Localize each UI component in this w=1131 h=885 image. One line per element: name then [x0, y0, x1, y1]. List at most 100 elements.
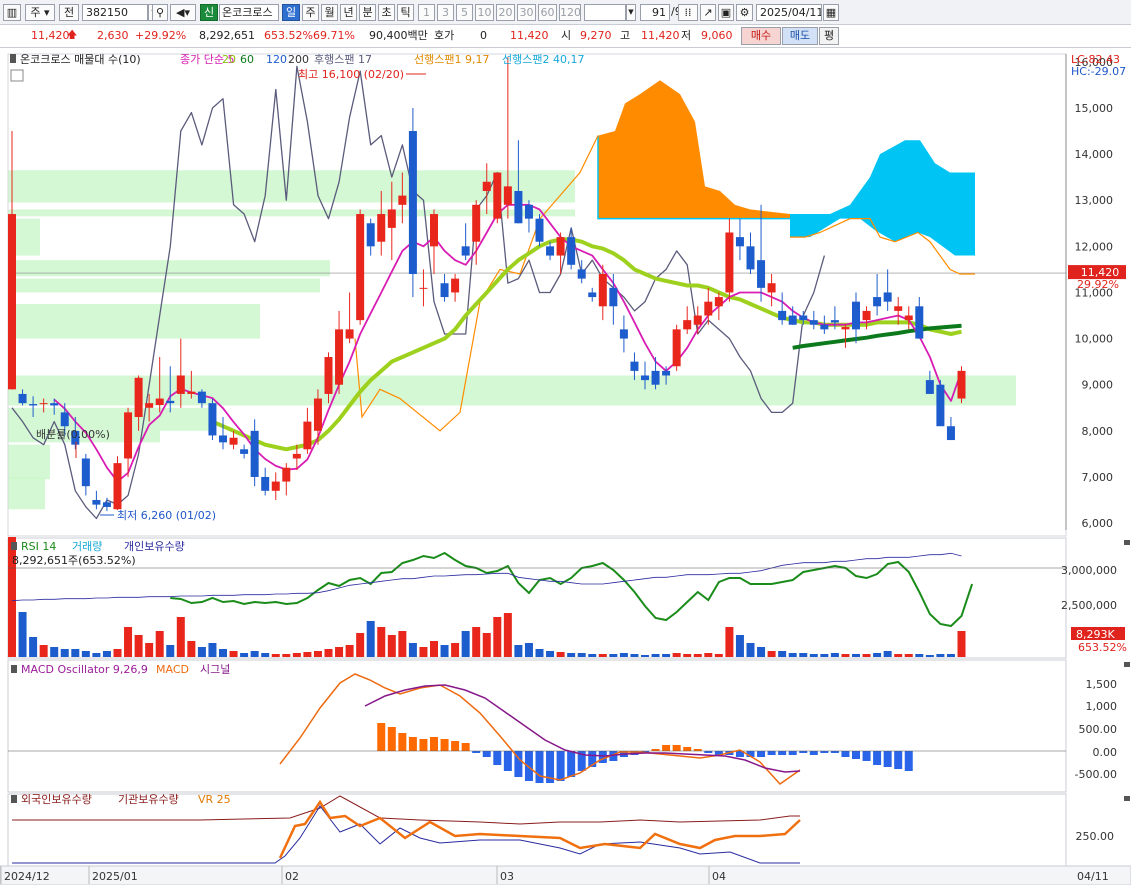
period-minute[interactable]: 분 — [359, 4, 376, 21]
volume-value: 8,292,651 — [199, 29, 255, 42]
price-tick-label: 7,000 — [1082, 471, 1114, 484]
interval-5[interactable]: 5 — [456, 4, 473, 21]
volume-bar — [735, 635, 744, 657]
stock-name-field[interactable]: 온코크로스 — [219, 4, 279, 21]
hoga-value: 0 — [480, 29, 487, 42]
macd-oscillator-bar — [430, 737, 438, 751]
period-tick[interactable]: 틱 — [397, 4, 414, 21]
volume-bar — [366, 621, 375, 657]
price-tick-label: 10,000 — [1075, 333, 1114, 346]
period-year[interactable]: 년 — [340, 4, 357, 21]
volume-bar — [725, 627, 734, 657]
custom-interval-input[interactable] — [584, 4, 626, 21]
volume-bar — [408, 643, 417, 657]
calendar-icon[interactable]: ▦ — [823, 4, 839, 21]
volume-bar — [809, 654, 818, 657]
volume-bar — [662, 654, 671, 657]
candle-body — [197, 391, 206, 404]
candle-body — [714, 297, 723, 307]
volume-legend: 거래량 — [72, 540, 102, 553]
volume-bar — [556, 652, 565, 657]
candle-body — [8, 214, 16, 390]
period-second[interactable]: 초 — [378, 4, 395, 21]
interval-60[interactable]: 60 — [538, 4, 557, 21]
interval-120[interactable]: 120 — [559, 4, 581, 21]
candle-body — [398, 195, 407, 205]
volume-bar — [229, 651, 238, 657]
save-icon[interactable]: ▣ — [718, 4, 734, 21]
candle-body — [788, 315, 797, 325]
price-tick-label: 15,000 — [1075, 102, 1114, 115]
candle-body — [134, 377, 143, 417]
volume-tag-label: 8,293K — [1076, 628, 1115, 641]
macd-oscillator-bar — [894, 751, 903, 769]
volume-bar — [830, 653, 839, 657]
volume-bar — [71, 649, 80, 657]
prev-button[interactable]: 전 — [59, 4, 79, 21]
macd-oscillator-bar — [377, 723, 386, 751]
price-legend-item: 선행스팬1 9,17 — [414, 53, 489, 66]
period-month[interactable]: 월 — [321, 4, 338, 21]
macd-oscillator-bar — [451, 741, 460, 751]
interval-1[interactable]: 1 — [418, 4, 435, 21]
eval-button[interactable]: 평 — [819, 27, 839, 45]
candle-body — [60, 412, 69, 427]
interval-20[interactable]: 20 — [496, 4, 515, 21]
volume-legend-marker — [11, 542, 17, 550]
candle-body — [92, 500, 101, 505]
volume-bar — [240, 653, 249, 657]
interval-10[interactable]: 10 — [475, 4, 494, 21]
volume-bar — [609, 654, 618, 657]
sell-button[interactable]: 매도 — [782, 27, 818, 45]
macd-tick-label: 1,500 — [1086, 678, 1118, 691]
candle-body — [535, 218, 544, 242]
candle-body — [377, 214, 386, 242]
low-annotation: 최저 6,260 (01/02) — [117, 509, 216, 522]
volume-bar — [704, 653, 713, 657]
draw-tool-icon[interactable]: ↗ — [700, 4, 716, 21]
code-input[interactable]: 382150 — [82, 4, 148, 21]
candle-body — [451, 278, 460, 293]
volume-bar — [841, 654, 850, 657]
candle-body — [366, 223, 375, 247]
volume-bar — [335, 647, 344, 657]
macd-oscillator-bar — [440, 739, 449, 751]
candle-body — [841, 327, 850, 330]
interval-3[interactable]: 3 — [437, 4, 454, 21]
market-select[interactable]: 주 ▾ — [25, 4, 55, 21]
volume-bar — [936, 654, 945, 657]
period-week[interactable]: 주 — [302, 4, 319, 21]
interval-30[interactable]: 30 — [517, 4, 536, 21]
macd-oscillator-bar — [809, 751, 818, 755]
candle-body — [240, 449, 249, 454]
foreign-legend: 외국인보유수량 — [21, 793, 92, 806]
grid-icon[interactable]: ⁞⁞ — [678, 4, 698, 21]
volume-bar — [345, 645, 354, 657]
chart-area[interactable]: 6,0007,0008,0009,00010,00011,00012,00013… — [0, 48, 1131, 885]
search-icon[interactable]: ⚲ — [152, 4, 168, 21]
open-label: 시 — [561, 29, 572, 42]
volume-bar — [176, 617, 185, 657]
interval-dropdown-icon[interactable]: ▼ — [626, 4, 636, 21]
page-input[interactable]: 91 — [640, 4, 670, 21]
panel-collapse-icon — [1124, 540, 1130, 545]
speaker-icon[interactable]: ◀▾ — [170, 4, 196, 21]
holdings-tick-label: 250.00 — [1076, 830, 1115, 843]
buy-button[interactable]: 매수 — [741, 27, 781, 45]
settings-gear-icon[interactable]: ⚙ — [736, 4, 753, 21]
window-menu-icon[interactable]: ▥ — [3, 4, 21, 21]
candle-body — [430, 214, 438, 247]
price-tick-label: 6,000 — [1082, 517, 1114, 530]
current-price: 11,420 — [31, 29, 70, 42]
candle-body — [39, 403, 48, 405]
volume-tick-label: 2,500,000 — [1061, 599, 1117, 612]
macd-oscillator-bar — [778, 751, 787, 755]
period-day[interactable]: 일 — [282, 4, 300, 21]
macd-oscillator-bar — [535, 751, 544, 783]
volume-bar — [18, 612, 27, 657]
macd-oscillator-bar — [567, 751, 576, 777]
macd-oscillator-bar — [767, 751, 776, 755]
date-input[interactable]: 2025/04/11 — [756, 4, 822, 21]
macd-legend-marker — [11, 665, 17, 673]
volume-bar — [904, 654, 913, 657]
